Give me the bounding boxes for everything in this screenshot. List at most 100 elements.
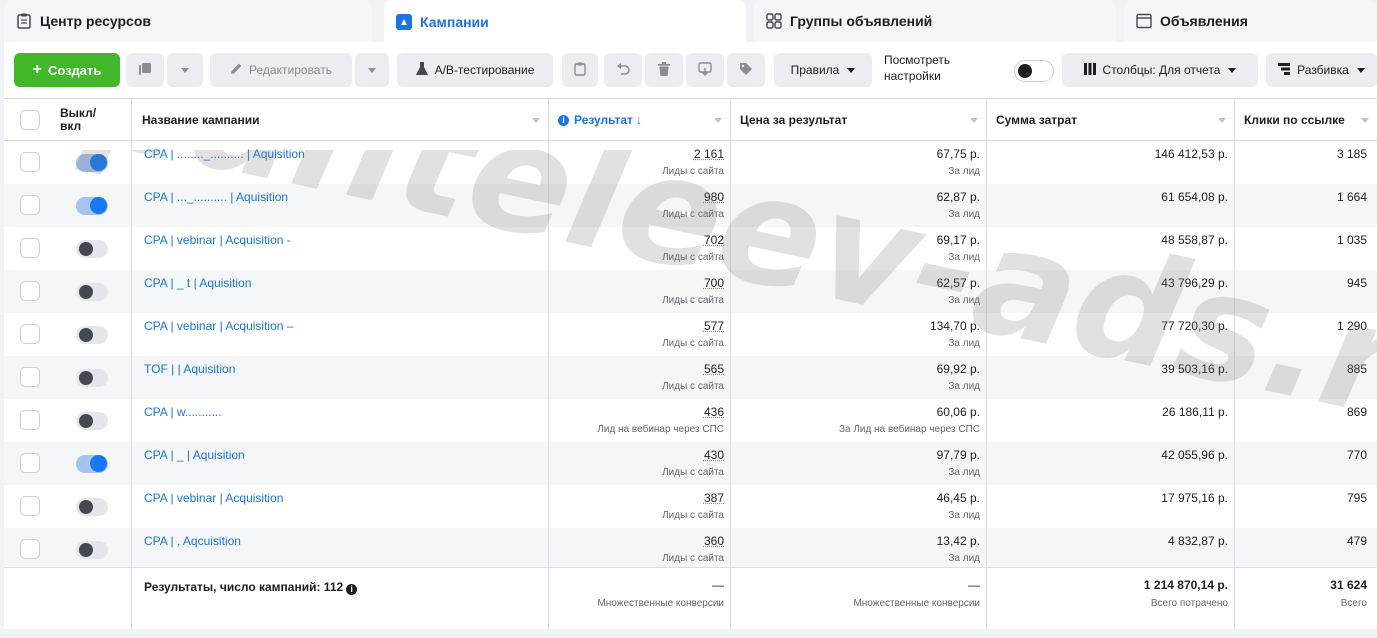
amount-spent-value: 26 186,11 р. (1162, 405, 1228, 419)
table-row[interactable]: CPA | w........... 436 Лид на вебинар чере… (4, 399, 1377, 442)
footer-spent: 1 214 870,14 р. (1144, 578, 1228, 592)
duplicate-dropdown[interactable] (167, 53, 203, 87)
edit-button[interactable]: Редактировать (210, 53, 352, 87)
flag-icon (396, 14, 412, 30)
view-settings-toggle[interactable] (1014, 60, 1054, 82)
preview-button[interactable] (686, 53, 724, 87)
breakdown-label: Разбивка (1297, 63, 1349, 77)
table-row[interactable]: CPA | vebinar | Acquisition - 702 Лиды с с… (4, 227, 1377, 270)
column-divider (730, 99, 731, 629)
table-row[interactable]: CPA | vebinar | Acquisition – 577 Лиды с с… (4, 313, 1377, 356)
campaign-name-link[interactable]: CPA | , Aqcuisition (144, 534, 241, 548)
row-checkbox[interactable] (20, 453, 40, 473)
select-all-checkbox[interactable] (20, 110, 40, 130)
result-value[interactable]: 980 (704, 190, 724, 204)
row-checkbox[interactable] (20, 281, 40, 301)
pencil-icon (230, 62, 243, 78)
campaign-toggle[interactable] (76, 283, 108, 301)
info-icon[interactable]: i (346, 584, 357, 595)
campaign-toggle[interactable] (76, 326, 108, 344)
row-checkbox[interactable] (20, 324, 40, 344)
campaign-toggle[interactable] (76, 498, 108, 516)
duplicate-button[interactable] (126, 53, 164, 87)
tag-button[interactable] (727, 53, 765, 87)
campaign-name-link[interactable]: CPA | ..._.......... | Aquisition (144, 190, 288, 204)
result-value[interactable]: 702 (704, 233, 724, 247)
info-icon: i (558, 115, 569, 126)
row-checkbox[interactable] (20, 496, 40, 516)
create-button[interactable]: + Создать (14, 53, 120, 87)
cost-per-result-value: 60,06 р. (937, 405, 980, 419)
row-checkbox[interactable] (20, 152, 40, 172)
campaign-toggle[interactable] (76, 455, 108, 473)
rules-dropdown[interactable]: Правила (774, 53, 872, 87)
campaign-name-link[interactable]: CPA | vebinar | Acquisition (144, 491, 283, 505)
tab-label: Группы объявлений (790, 13, 932, 29)
row-checkbox[interactable] (20, 238, 40, 258)
footer-clicks: 31 624 (1330, 578, 1367, 592)
tab-ad-sets[interactable]: Группы объявлений (754, 0, 1116, 42)
link-clicks-value: 795 (1347, 491, 1367, 505)
tab-label: Центр ресурсов (40, 13, 151, 29)
footer-clicks-sub: Всего (1341, 598, 1367, 609)
campaign-toggle[interactable] (76, 541, 108, 559)
campaign-toggle[interactable] (76, 412, 108, 430)
toggle-knob (1018, 64, 1032, 78)
result-value[interactable]: 430 (704, 448, 724, 462)
header-label: Цена за результат (740, 113, 847, 127)
link-clicks-value: 479 (1347, 534, 1367, 548)
undo-button[interactable] (604, 53, 642, 87)
result-type: Лид на вебинар через СПС (597, 424, 724, 435)
result-value[interactable]: 436 (704, 405, 724, 419)
view-settings-link[interactable]: Посмотреть настройки (884, 52, 984, 84)
campaign-toggle[interactable] (76, 154, 108, 172)
edit-dropdown[interactable] (355, 53, 389, 87)
campaign-toggle[interactable] (76, 369, 108, 387)
campaign-name-link[interactable]: CPA | vebinar | Acquisition – (144, 319, 293, 333)
header-amount-spent[interactable]: Сумма затрат (986, 99, 1234, 141)
breakdown-dropdown[interactable]: Разбивка (1266, 53, 1377, 87)
campaign-name-link[interactable]: CPA | _ | Aquisition (144, 448, 245, 462)
columns-icon (1084, 63, 1096, 78)
result-value[interactable]: 360 (704, 534, 724, 548)
result-value[interactable]: 700 (704, 276, 724, 290)
table-row[interactable]: CPA | vebinar | Acquisition 387 Лиды с сай… (4, 485, 1377, 528)
table-row[interactable]: CPA | _ t | Aquisition 700 Лиды с сайта 62,… (4, 270, 1377, 313)
row-checkbox[interactable] (20, 195, 40, 215)
cost-per-result-value: 62,87 р. (937, 190, 980, 204)
header-result[interactable]: i Результат ↓ (548, 99, 730, 141)
ab-test-button[interactable]: А/В-тестирование (397, 53, 553, 87)
row-checkbox[interactable] (20, 539, 40, 559)
campaign-toggle[interactable] (76, 240, 108, 258)
table-row[interactable]: CPA | ........_.......... | Aquisition 2 … (4, 141, 1377, 184)
clipboard-button[interactable] (562, 53, 598, 87)
header-cost-per-result[interactable]: Цена за результат (730, 99, 986, 141)
table-row[interactable]: CPA | _ | Aquisition 430 Лиды с сайта 97,79… (4, 442, 1377, 485)
cost-per-result-type: За лид (948, 295, 980, 306)
row-checkbox[interactable] (20, 410, 40, 430)
campaign-name-link[interactable]: CPA | vebinar | Acquisition - (144, 233, 291, 247)
campaign-name-link[interactable]: TOF | | Aquisition (144, 362, 235, 376)
table-row[interactable]: CPA | , Aqcuisition 360 Лиды с сайта 13,42 … (4, 528, 1377, 571)
tab-ads[interactable]: Объявления (1124, 0, 1377, 42)
result-value[interactable]: 577 (704, 319, 724, 333)
table-row[interactable]: CPA | ..._.......... | Aquisition 980 Лиды… (4, 184, 1377, 227)
tab-resource-center[interactable]: Центр ресурсов (4, 0, 372, 42)
header-label: Результат (574, 113, 633, 127)
column-divider (1234, 99, 1235, 629)
header-link-clicks[interactable]: Клики по ссылке (1234, 99, 1377, 141)
tab-campaigns[interactable]: Кампании (384, 0, 746, 44)
campaign-name-link[interactable]: CPA | ........_.......... | Aquisition (144, 147, 305, 161)
result-value[interactable]: 2 161 (694, 147, 724, 161)
columns-dropdown[interactable]: Столбцы: Для отчета (1062, 53, 1258, 87)
delete-button[interactable] (645, 53, 683, 87)
campaign-name-link[interactable]: CPA | _ t | Aquisition (144, 276, 251, 290)
table-row[interactable]: TOF | | Aquisition 565 Лиды с сайта 69,92 р… (4, 356, 1377, 399)
header-campaign-name[interactable]: Название кампании (132, 99, 548, 141)
row-checkbox[interactable] (20, 367, 40, 387)
campaign-name-link[interactable]: CPA | w........... (144, 405, 222, 419)
result-value[interactable]: 565 (704, 362, 724, 376)
result-type: Лиды с сайта (662, 209, 724, 220)
result-value[interactable]: 387 (704, 491, 724, 505)
campaign-toggle[interactable] (76, 197, 108, 215)
